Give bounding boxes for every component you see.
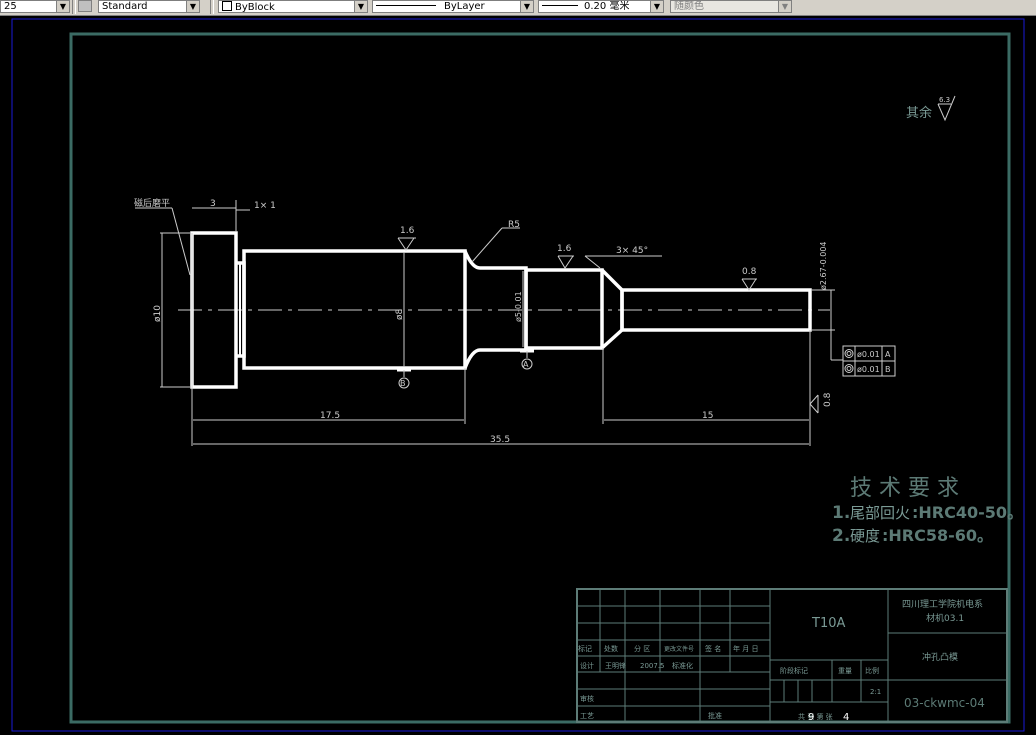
label-stage: 阶段标记 bbox=[780, 666, 808, 675]
requirement-1-text: 尾部回火 bbox=[850, 504, 910, 522]
dim-1x1: 1× 1 bbox=[254, 201, 276, 211]
design-date: 2007.5 bbox=[640, 662, 665, 670]
requirement-2-text: 硬度 bbox=[850, 527, 880, 545]
tolerance-1-datum: A bbox=[885, 350, 891, 359]
roughness-value-2: 1.6 bbox=[557, 244, 572, 254]
class-name: 材机03.1 bbox=[926, 612, 964, 624]
dim-dia8: ø8 bbox=[395, 308, 405, 320]
label-zone: 分 区 bbox=[634, 644, 650, 653]
requirement-2-value: :HRC58-60。 bbox=[882, 526, 993, 545]
tolerance-2-value: ø0.01 bbox=[857, 365, 880, 374]
school-name: 四川理工学院机电系 bbox=[902, 598, 983, 610]
roughness-other-value: 6.3 bbox=[939, 96, 950, 104]
drawing-frame bbox=[69, 32, 1011, 724]
paper-limit-border bbox=[11, 18, 1025, 732]
dim-dia267: ø2.67-0.004 bbox=[819, 242, 828, 291]
roughness-other-label: 其余 bbox=[906, 105, 932, 121]
label-change: 更改文件号 bbox=[664, 645, 694, 653]
label-mark: 标记 bbox=[578, 644, 592, 653]
dim-17-5: 17.5 bbox=[320, 411, 340, 421]
label-sign: 签 名 bbox=[705, 644, 721, 653]
sheet-total: 9 bbox=[808, 712, 814, 723]
model-space-canvas[interactable]: 其余 6.3 磁后磨平 3 1× 1 ø10 ø8 ø5-0.01 ø2.67-… bbox=[0, 0, 1036, 735]
dim-15: 15 bbox=[702, 411, 713, 421]
drawing-number: 03-ckwmc-04 bbox=[904, 696, 985, 710]
roughness-mark-icon bbox=[397, 237, 819, 414]
tolerance-2-datum: B bbox=[885, 365, 891, 374]
sheet-current: 4 bbox=[843, 712, 849, 723]
label-design: 设计 bbox=[580, 661, 594, 670]
datum-a-label: A bbox=[523, 360, 529, 369]
requirement-1-number: 1. bbox=[832, 503, 850, 523]
scale-value: 2:1 bbox=[870, 688, 881, 696]
dim-35-5: 35.5 bbox=[490, 435, 510, 445]
roughness-value-3: 0.8 bbox=[742, 267, 757, 277]
roughness-value-4: 0.8 bbox=[823, 392, 833, 407]
requirement-2-number: 2. bbox=[832, 526, 850, 546]
dim-3: 3 bbox=[210, 199, 216, 209]
requirements-title: 技 术 要 求 bbox=[850, 476, 959, 501]
material-value: T10A bbox=[811, 616, 845, 631]
label-process: 工艺 bbox=[580, 712, 594, 720]
dim-dia5: ø5-0.01 bbox=[514, 291, 523, 322]
part-name: 冲孔凸模 bbox=[922, 651, 958, 663]
datum-b-label: B bbox=[400, 379, 406, 388]
note-grind: 磁后磨平 bbox=[134, 197, 170, 209]
dim-r5: R5 bbox=[508, 220, 520, 230]
label-count: 处数 bbox=[604, 644, 618, 653]
dim-dia10: ø10 bbox=[153, 305, 163, 322]
label-ymd: 年 月 日 bbox=[733, 644, 758, 653]
designer-name: 王明锋 bbox=[605, 661, 626, 670]
roughness-value-1: 1.6 bbox=[400, 226, 415, 236]
tolerance-1-value: ø0.01 bbox=[857, 350, 880, 359]
dim-chamfer: 3× 45° bbox=[616, 246, 648, 256]
label-ratio: 比例 bbox=[865, 666, 879, 675]
label-standardization: 标准化 bbox=[672, 661, 693, 670]
label-review: 审核 bbox=[580, 694, 594, 703]
label-weight: 重量 bbox=[838, 667, 852, 675]
label-approve: 批准 bbox=[708, 711, 722, 720]
label-sheets: 共 张 第 张 bbox=[798, 712, 833, 721]
requirement-1-value: :HRC40-50。 bbox=[912, 503, 1023, 522]
